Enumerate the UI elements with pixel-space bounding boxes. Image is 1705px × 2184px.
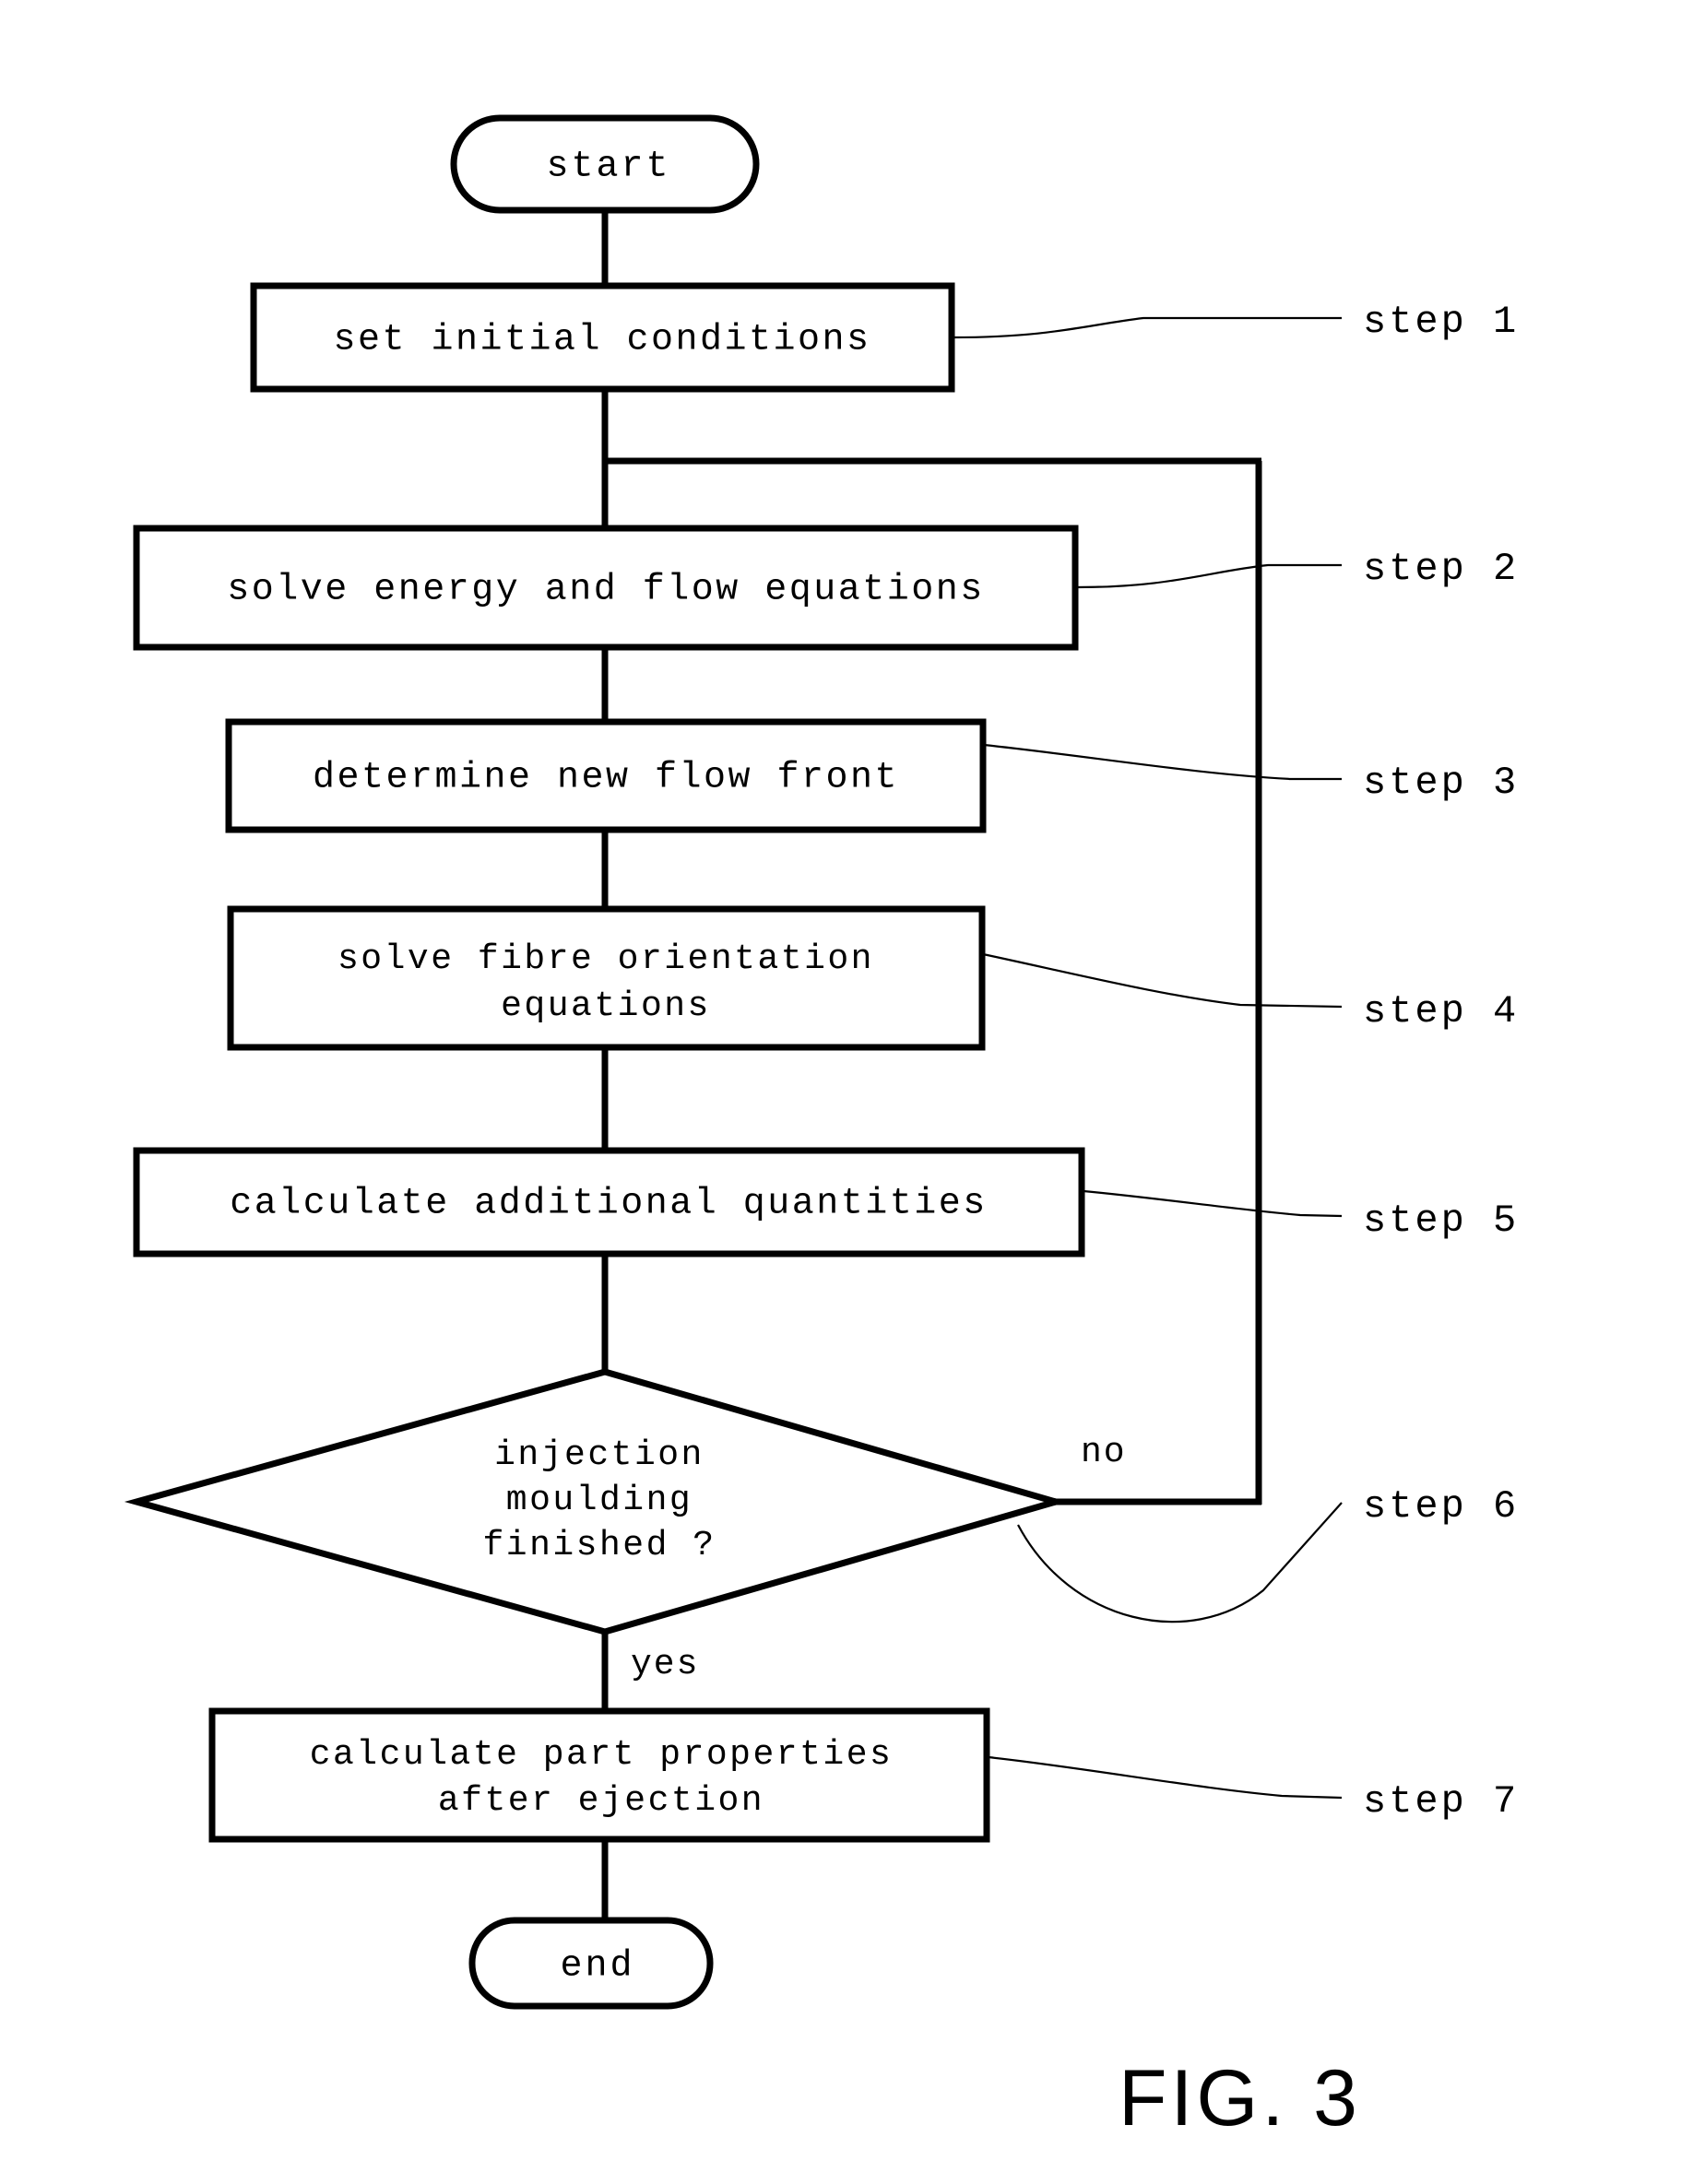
step-callout-step-5: step 5: [1363, 1198, 1519, 1243]
leader-step-2: [1076, 563, 1342, 589]
leader-step-6: [1017, 1502, 1343, 1623]
node-step7-label-line1: calculate part properties: [310, 1735, 894, 1775]
figure-caption: FIG. 3: [1119, 2054, 1361, 2143]
step-callout-step-3: step 3: [1363, 761, 1519, 805]
step-callout-step-4: step 4: [1363, 989, 1519, 1033]
node-start-label: start: [546, 147, 670, 188]
leader-step-3: [983, 743, 1342, 781]
node-step7-label-line2: after ejection: [438, 1781, 764, 1821]
node-step6-label-line2: moulding: [506, 1481, 693, 1520]
leader-step-4: [982, 952, 1343, 1009]
node-step4-label-line2: equations: [501, 986, 711, 1026]
node-step4-label-line1: solve fibre orientation: [337, 939, 874, 979]
figure-container: start set initial conditions solve energ…: [0, 0, 1705, 2184]
step-callout-step-6: step 6: [1363, 1484, 1519, 1529]
node-step2-label: solve energy and flow equations: [227, 570, 985, 611]
node-step3-label: determine new flow front: [313, 758, 899, 799]
leader-step-5: [1083, 1189, 1343, 1218]
node-end-label: end: [560, 1946, 634, 1988]
node-step6-label-line1: injection: [494, 1435, 704, 1475]
node-step6-label-line3: finished ?: [482, 1526, 716, 1565]
step-callout-step-2: step 2: [1363, 547, 1519, 591]
flowchart-diagram: start set initial conditions solve energ…: [124, 114, 1519, 2143]
branch-label-yes: yes: [631, 1645, 699, 1684]
node-step1-label: set initial conditions: [333, 320, 870, 361]
leader-step-1: [952, 316, 1342, 339]
step-callout-step-7: step 7: [1363, 1779, 1519, 1824]
leader-step-7: [988, 1755, 1343, 1800]
step-callout-step-1: step 1: [1363, 300, 1519, 344]
node-step5-label: calculate additional quantities: [230, 1184, 988, 1225]
branch-label-no: no: [1081, 1433, 1127, 1472]
